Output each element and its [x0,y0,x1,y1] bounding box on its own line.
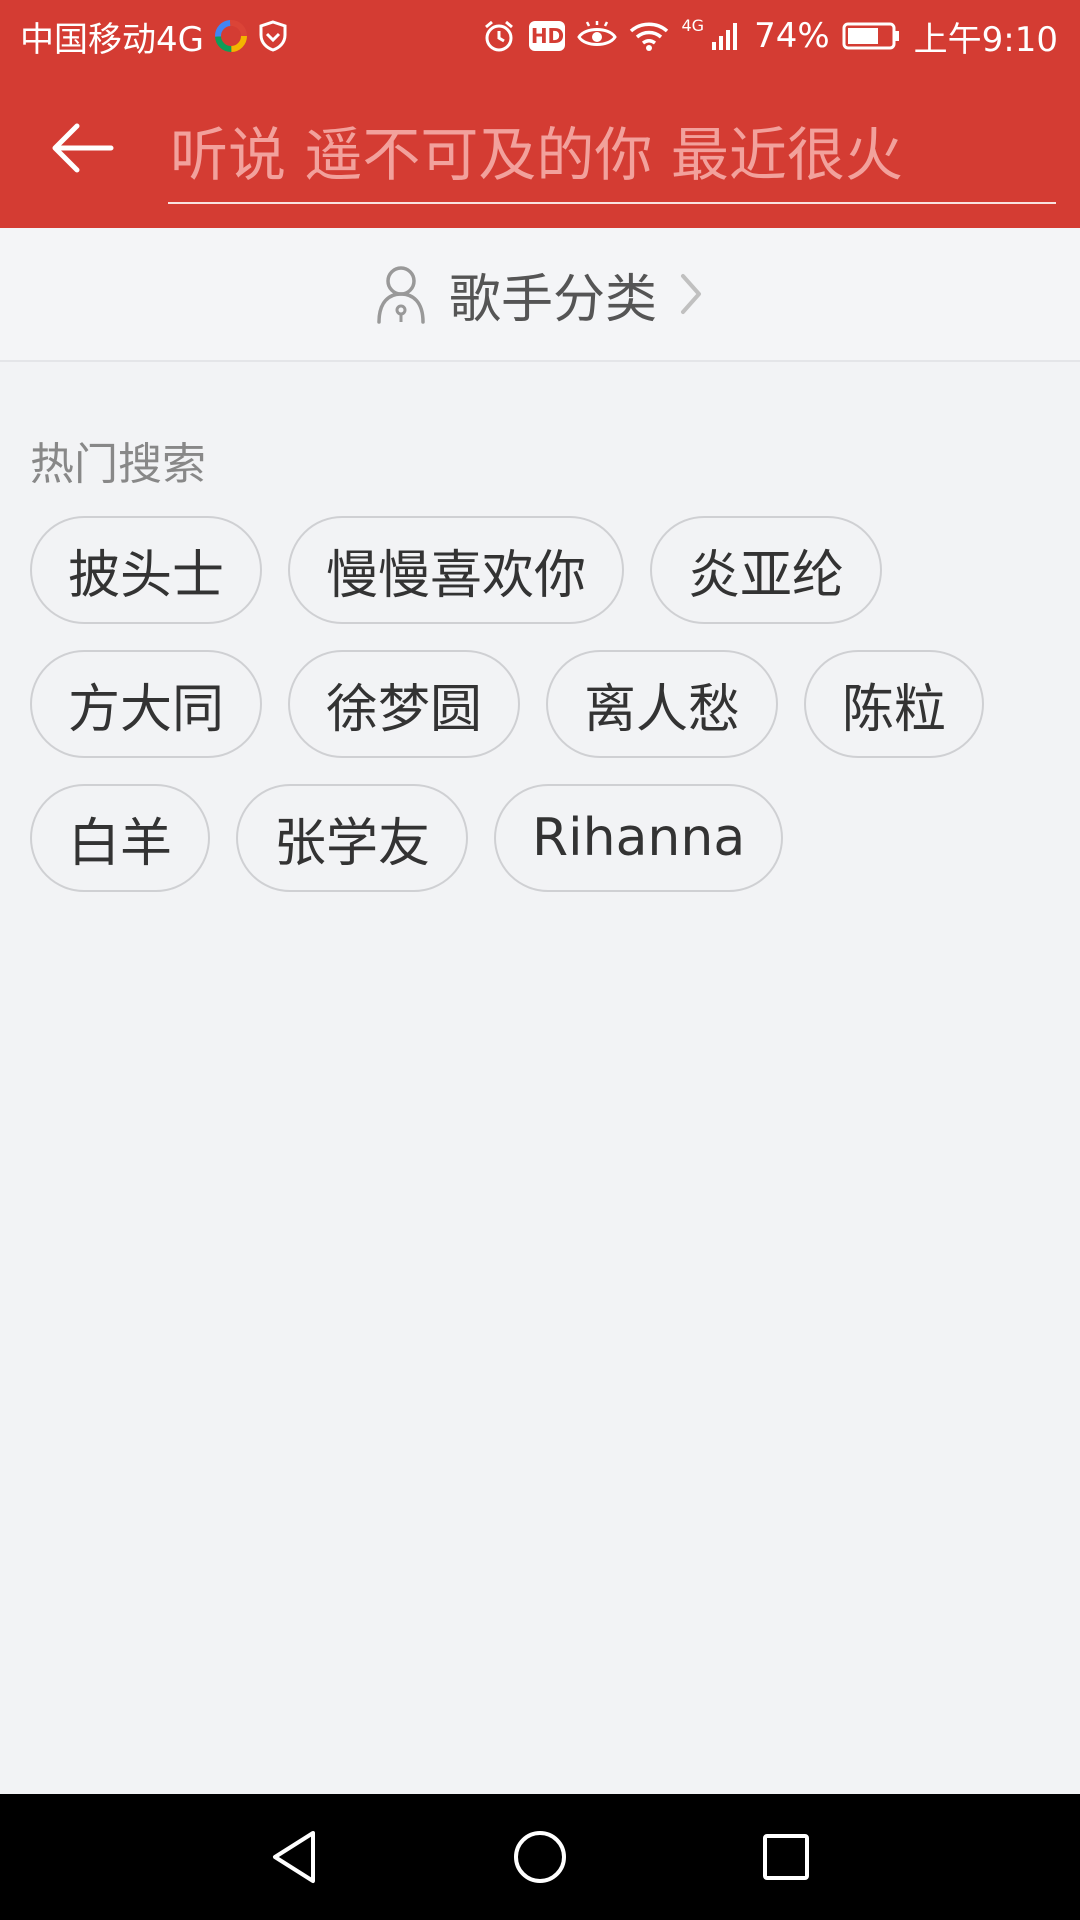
carrier-label: 中国移动4G [20,19,204,60]
hot-search-tag[interactable]: 白羊 [30,784,211,892]
status-bar-right: HD 4G 74% 上午9:10 [481,0,1058,72]
hot-search-tag[interactable]: 慢慢喜欢你 [288,516,625,624]
hot-search-tag[interactable]: 张学友 [236,784,469,892]
hot-search-tag[interactable]: 陈粒 [804,650,985,758]
hot-search-tag[interactable]: 方大同 [30,650,263,758]
back-button[interactable] [44,110,120,186]
hot-search-tag[interactable]: Rihanna [494,784,784,892]
tag-row: 披头士 慢慢喜欢你 炎亚纶 [30,516,1060,624]
hot-search-title: 热门搜索 [30,439,206,490]
signal-icon [710,20,742,52]
nav-recents-button[interactable] [748,1819,824,1895]
clock-time: 上午9:10 [913,19,1058,60]
hot-search-tag[interactable]: 离人愁 [546,650,779,758]
tag-row: 方大同 徐梦圆 离人愁 陈粒 [30,650,1060,758]
hot-search-tag[interactable]: 披头士 [30,516,263,624]
singer-category-label: 歌手分类 [448,269,657,330]
hd-icon: HD [529,21,566,51]
battery-percent: 74% [754,16,830,56]
eye-icon [577,21,618,51]
shield-icon [258,20,288,52]
back-triangle-icon [273,1831,315,1883]
search-field-container [168,108,1056,204]
network-type-badge: 4G [681,16,705,35]
app-colorful-icon [214,19,248,53]
nav-home-button[interactable] [502,1819,578,1895]
arrow-left-icon [52,123,114,173]
wifi-icon [629,20,669,52]
home-circle-icon [514,1831,566,1883]
recents-square-icon [763,1834,809,1880]
hot-search-tag[interactable]: 炎亚纶 [650,516,883,624]
hot-search-tag[interactable]: 徐梦圆 [288,650,521,758]
singer-category-button[interactable]: 歌手分类 [0,228,1080,362]
alarm-icon [481,18,517,54]
search-input[interactable] [168,108,1056,202]
search-header [0,72,1080,228]
person-icon [377,266,425,324]
system-nav-bar [0,1794,1080,1920]
status-bar: 中国移动4G HD 4G 74% 上午9:10 [0,0,1080,72]
tag-row: 白羊 张学友 Rihanna [30,784,1060,892]
nav-back-button[interactable] [256,1819,332,1895]
chevron-right-icon [681,274,701,314]
battery-icon [842,21,902,51]
hot-search-tags: 披头士 慢慢喜欢你 炎亚纶 方大同 徐梦圆 离人愁 陈粒 白羊 张学友 Riha… [30,516,1060,918]
status-bar-left: 中国移动4G [20,0,288,72]
